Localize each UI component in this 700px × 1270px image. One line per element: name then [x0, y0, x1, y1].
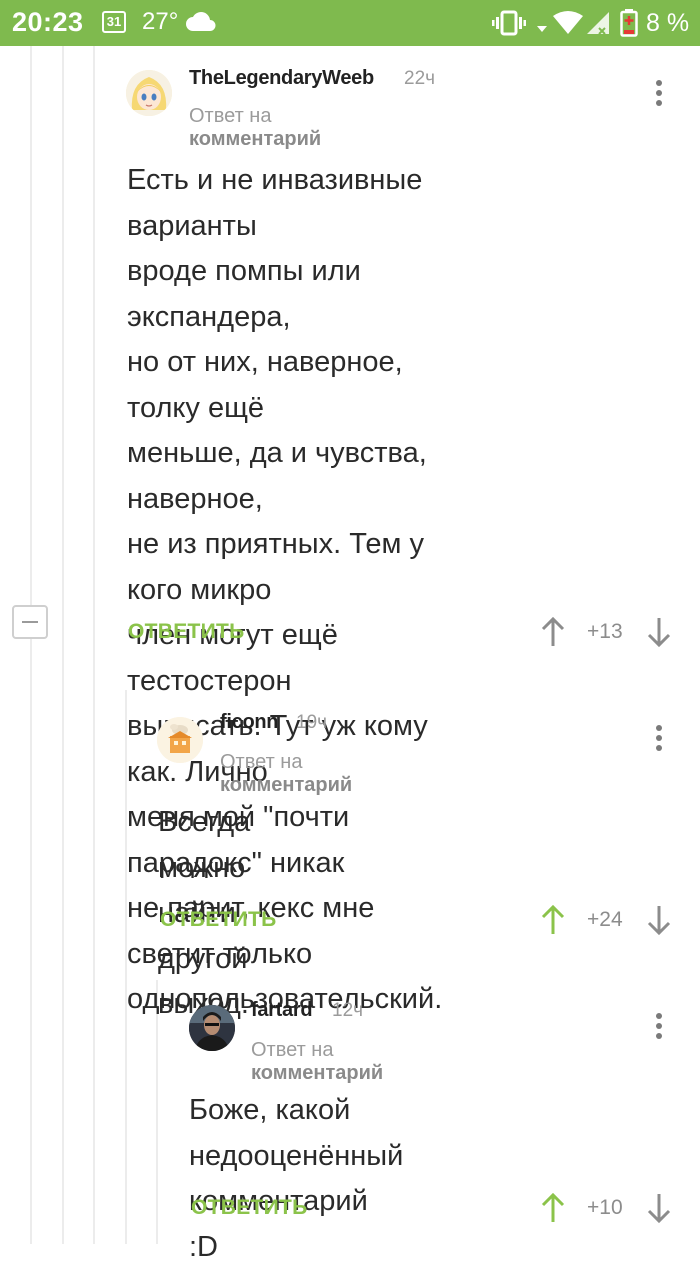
- thread-line: [62, 46, 64, 1244]
- comment-text-line: Всегда можно найти другой: [158, 806, 251, 975]
- comment-body: Боже, какой недооценённый комментарий :D: [189, 1088, 403, 1270]
- comment-text-line: меньше, да и чувства, наверное,: [127, 437, 427, 515]
- arrow-down-icon[interactable]: [646, 1192, 672, 1224]
- comment-score: +10: [587, 1196, 623, 1219]
- thread-line: [30, 639, 32, 1244]
- collapse-thread-button[interactable]: [12, 605, 48, 639]
- reply-button[interactable]: ОТВЕТИТЬ: [128, 620, 245, 644]
- comment-text-line: вроде помпы или экспандера,: [127, 255, 361, 333]
- thread-line: [93, 46, 95, 1244]
- arrow-down-icon[interactable]: [646, 904, 672, 936]
- reply-button[interactable]: ОТВЕТИТЬ: [160, 908, 277, 932]
- battery-icon: [620, 9, 638, 37]
- comment-text-line: Боже, какой недооценённый: [189, 1094, 404, 1172]
- house-avatar-icon: [157, 717, 203, 763]
- reply-to-prefix: Ответ на: [251, 1039, 334, 1061]
- cloud-icon: [186, 12, 216, 32]
- comment-author[interactable]: ficonn: [220, 711, 279, 734]
- avatar[interactable]: [126, 70, 172, 116]
- temperature: 27°: [142, 8, 179, 35]
- comment-author[interactable]: TheLegendaryWeeb: [189, 67, 374, 90]
- arrow-up-icon[interactable]: [540, 616, 566, 648]
- calendar-icon: 31: [102, 11, 126, 33]
- comment-time: 12ч: [332, 1000, 364, 1021]
- wifi-icon: [553, 11, 583, 34]
- anime-avatar-icon: [126, 70, 172, 116]
- comment-time: 22ч: [404, 68, 436, 89]
- arrow-down-icon[interactable]: [646, 616, 672, 648]
- comment-text-line: но от них, наверное, толку ещё: [127, 346, 403, 424]
- parent-comment-link[interactable]: комментарий: [189, 128, 321, 150]
- battery-percent: 8 %: [646, 9, 690, 37]
- comment-time: 19ч: [296, 712, 328, 733]
- reply-to-line: Ответ на комментарий: [251, 1039, 383, 1085]
- reply-to-line: Ответ на комментарий: [220, 751, 352, 797]
- comment-author[interactable]: fartard: [251, 999, 313, 1022]
- more-vertical-icon[interactable]: [654, 1013, 664, 1043]
- comment-text-line: не из приятных. Тем у кого микро: [127, 528, 424, 606]
- arrow-up-icon[interactable]: [540, 904, 566, 936]
- clock: 20:23: [12, 7, 84, 37]
- person-avatar-icon: [189, 1005, 235, 1051]
- parent-comment-link[interactable]: комментарий: [251, 1062, 383, 1084]
- comment-score: +13: [587, 620, 623, 643]
- arrow-up-icon[interactable]: [540, 1192, 566, 1224]
- reply-to-prefix: Ответ на: [189, 105, 272, 127]
- reply-button[interactable]: ОТВЕТИТЬ: [191, 1196, 308, 1220]
- parent-comment-link[interactable]: комментарий: [220, 774, 352, 796]
- more-vertical-icon[interactable]: [654, 725, 664, 755]
- signal-icon: [587, 12, 609, 35]
- comment-text-line: комментарий :D: [189, 1185, 368, 1263]
- more-vertical-icon[interactable]: [654, 80, 664, 110]
- reply-to-line: Ответ на комментарий: [189, 105, 321, 151]
- data-arrows-icon: [537, 26, 547, 32]
- thread-line: [30, 46, 32, 605]
- avatar[interactable]: [189, 1005, 235, 1051]
- reply-to-prefix: Ответ на: [220, 751, 303, 773]
- comment-score: +24: [587, 908, 623, 931]
- avatar[interactable]: [157, 717, 203, 763]
- comment-text-line: Есть и не инвазивные варианты: [127, 164, 423, 242]
- status-bar: 20:23 31 27° 8 %: [0, 0, 700, 46]
- vibrate-icon: [492, 10, 526, 36]
